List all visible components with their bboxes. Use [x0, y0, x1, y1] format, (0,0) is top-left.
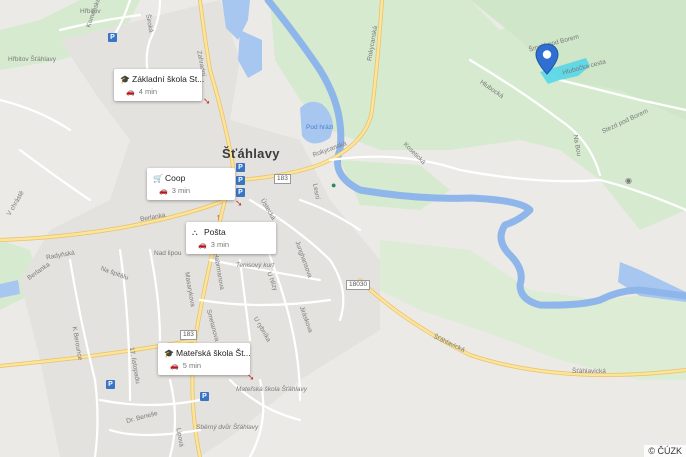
poi-card-time: 5 min	[182, 361, 202, 370]
poi-card-title: Mateřská škola Št...	[176, 348, 251, 358]
parking-icon: P	[236, 188, 245, 197]
poi-card-title: Coop	[165, 173, 186, 183]
map-copyright: © ČÚZK	[644, 445, 686, 457]
car-icon: 🚗	[126, 89, 135, 96]
car-icon: 🚗	[198, 242, 207, 249]
school-icon: 🎓	[120, 75, 130, 84]
poi-marker-icon[interactable]: ➘	[235, 198, 243, 209]
car-icon: 🚗	[170, 363, 179, 370]
parking-icon: P	[108, 33, 117, 42]
school-icon: 🎓	[164, 349, 174, 358]
car-icon: 🚗	[159, 188, 168, 195]
tree-poi-icon: ●	[331, 180, 337, 190]
parking-icon: P	[236, 176, 245, 185]
poi-card-post-office[interactable]: ⛬ Pošta 🚗 3 min	[186, 222, 276, 254]
map-canvas[interactable]: Šťáhlavy Komenského Zahradní Hřbitov Hřb…	[0, 0, 686, 457]
poi-card-school[interactable]: 🎓 Základní škola St... 🚗 4 min	[114, 69, 205, 101]
parking-icon: P	[200, 392, 209, 401]
poi-marker-icon[interactable]: ↑	[216, 212, 221, 222]
location-pin-icon[interactable]	[535, 43, 559, 75]
post-office-icon: ⛬	[192, 228, 198, 237]
parking-icon: P	[106, 380, 115, 389]
parking-icon: P	[236, 163, 245, 172]
poi-card-title: Pošta	[204, 227, 226, 237]
poi-card-coop[interactable]: 🛒 Coop 🚗 3 min	[147, 168, 235, 200]
shopping-cart-icon: 🛒	[153, 174, 163, 183]
map-base-layer	[0, 0, 686, 457]
poi-card-title: Základní škola St...	[132, 74, 205, 84]
poi-marker-icon[interactable]: ◉	[625, 176, 632, 185]
poi-card-time: 3 min	[171, 186, 191, 195]
poi-card-time: 4 min	[138, 87, 158, 96]
poi-card-time: 3 min	[210, 240, 230, 249]
poi-card-kindergarten[interactable]: 🎓 Mateřská škola Št... 🚗 5 min	[158, 343, 251, 375]
poi-marker-icon[interactable]: ➘	[203, 96, 211, 107]
